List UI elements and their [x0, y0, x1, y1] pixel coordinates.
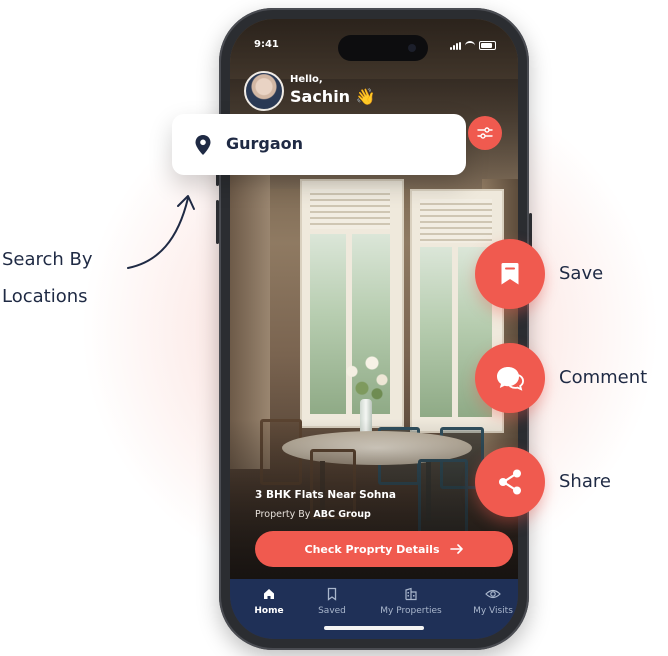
phone-screen: 9:41 Hello, Sachin 👋 3 BHK Flats Near So…: [230, 19, 518, 639]
arrow-right-icon: [449, 544, 463, 554]
greeting-text: Hello,: [290, 74, 323, 85]
home-icon: [264, 589, 274, 599]
share-icon: [499, 469, 521, 495]
annotation-line-2: Locations: [2, 286, 88, 307]
nav-item-saved[interactable]: Saved: [297, 587, 367, 616]
comment-action-button[interactable]: [475, 343, 545, 413]
status-icons: [450, 41, 496, 50]
search-by-locations-annotation: Search By Locations: [2, 241, 93, 315]
camera-icon: [408, 44, 416, 52]
location-value: Gurgaon: [226, 134, 304, 153]
filter-button[interactable]: [468, 116, 502, 150]
property-owner: Property By ABC Group: [255, 509, 371, 520]
bottom-navigation: Home Saved My Properties My Visits: [230, 579, 518, 639]
nav-item-my-properties[interactable]: My Properties: [376, 587, 446, 616]
bookmark-icon: [327, 587, 337, 601]
battery-icon: [479, 41, 496, 50]
avatar[interactable]: [244, 71, 284, 111]
nav-item-my-visits[interactable]: My Visits: [458, 587, 518, 616]
building-icon: [405, 587, 417, 601]
phone-frame: 9:41 Hello, Sachin 👋 3 BHK Flats Near So…: [216, 8, 532, 650]
share-action-label: Share: [559, 471, 611, 492]
property-title: 3 BHK Flats Near Sohna: [255, 489, 396, 501]
dynamic-island: [338, 35, 428, 61]
nav-label-saved: Saved: [318, 606, 346, 616]
annotation-line-1: Search By: [2, 249, 93, 270]
property-company: ABC Group: [313, 509, 371, 520]
filter-sliders-icon: [477, 127, 493, 139]
share-action-button[interactable]: [475, 447, 545, 517]
check-property-details-button[interactable]: Check Proprty Details: [255, 531, 513, 567]
nav-item-home[interactable]: Home: [234, 587, 304, 616]
user-name: Sachin 👋: [290, 87, 376, 106]
wifi-icon: [465, 41, 475, 50]
save-action-button[interactable]: [475, 239, 545, 309]
chat-bubble-icon: [497, 367, 524, 391]
nav-label-my-properties: My Properties: [380, 606, 442, 616]
location-search-field[interactable]: Gurgaon: [172, 114, 466, 175]
property-by-prefix: Property By: [255, 509, 314, 520]
curved-arrow-icon: [127, 195, 195, 269]
eye-icon: [485, 589, 501, 599]
phone-volume-up: [216, 200, 219, 244]
home-indicator[interactable]: [324, 626, 424, 630]
signal-icon: [450, 41, 461, 50]
nav-label-my-visits: My Visits: [473, 606, 513, 616]
comment-action-label: Comment: [559, 367, 648, 388]
location-pin-icon: [195, 135, 211, 155]
nav-label-home: Home: [254, 606, 284, 616]
status-time: 9:41: [254, 39, 279, 50]
bookmark-icon: [501, 263, 519, 285]
save-action-label: Save: [559, 263, 604, 284]
cta-label: Check Proprty Details: [304, 542, 440, 556]
